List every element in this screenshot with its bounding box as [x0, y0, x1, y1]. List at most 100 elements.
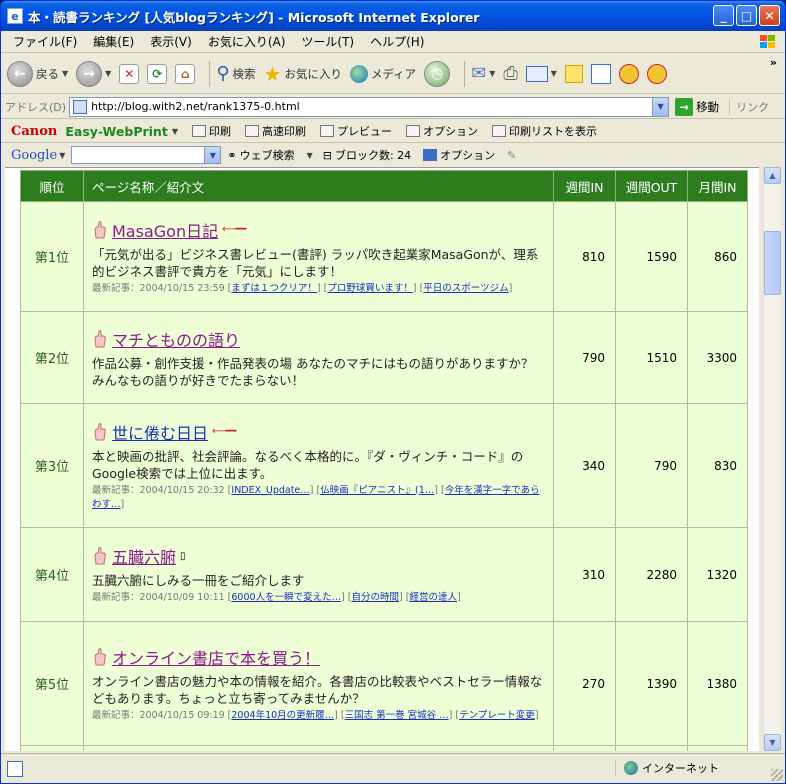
mail-button[interactable]: ✉ ▼	[471, 63, 495, 84]
edit-icon	[525, 65, 548, 82]
recent-post-link[interactable]: まずは１つクリア！	[231, 283, 317, 294]
scroll-down-icon[interactable]: ▼	[764, 734, 781, 751]
scrollbar-thumb[interactable]	[764, 231, 781, 295]
site-title-line: マチとものの語り	[92, 327, 545, 351]
recent-post-link[interactable]: 6000人を一瞬で変えた…	[231, 592, 341, 603]
history-icon: ◷	[424, 60, 451, 87]
site-blurb: 「元気が出る」ビジネス書レビュー(書評) ラッパ吹き起業家MasaGonが、理系…	[92, 246, 539, 279]
stop-button[interactable]: ✕	[119, 63, 140, 84]
scroll-up-icon[interactable]: ▲	[764, 167, 781, 184]
recent-post-link[interactable]: 経営の達人	[409, 592, 457, 603]
header-page: ページ名称／紹介文	[83, 170, 554, 202]
canon-fast-print-button[interactable]: 高速印刷	[244, 123, 306, 139]
site-title-link[interactable]: オンライン書店で本を買う！	[112, 645, 320, 669]
refresh-button[interactable]: ⟳	[147, 63, 168, 84]
history-button[interactable]: ◷	[424, 60, 451, 87]
close-button[interactable]: ✕	[759, 5, 780, 26]
menu-favorites[interactable]: お気に入り(A)	[200, 33, 294, 50]
media-button[interactable]: メディア	[349, 64, 417, 83]
vertical-scrollbar[interactable]: ▲ ▼	[763, 167, 781, 751]
recent-post-link[interactable]: 平日のスポーツジム	[423, 283, 508, 294]
recent-post-link[interactable]: 三国志 第一巻 宮城谷 …	[345, 710, 449, 721]
canon-preview-button[interactable]: プレビュー	[319, 123, 392, 139]
rank-label: 第5位	[20, 621, 84, 746]
recent-post-link[interactable]: INDEX_Update…	[231, 485, 309, 496]
media-globe-icon	[349, 64, 368, 83]
chevron-down-icon[interactable]: ▼	[105, 69, 111, 78]
easy-webprint-menu[interactable]: Easy-WebPrint	[65, 124, 167, 139]
site-title-link[interactable]: マチとものの語り	[112, 327, 240, 351]
forward-button[interactable]: → ▼	[76, 60, 111, 87]
site-blurb: 作品公募・創作支援・作品発表の場 あなたのマチにはもの語りがありますか？みんなも…	[92, 355, 534, 388]
recent-post-link[interactable]: テンプレート変更	[459, 710, 535, 721]
yahoo-button-2[interactable]	[646, 63, 667, 84]
back-button[interactable]: ← 戻る ▼	[7, 60, 68, 87]
print-button[interactable]: ⎙	[503, 63, 517, 84]
week-in-value: 790	[553, 311, 616, 404]
recent-post-link[interactable]: 2004年10月の更新履…	[231, 710, 334, 721]
menu-file[interactable]: ファイル(F)	[5, 33, 85, 50]
site-title-link[interactable]: 五臓六腑	[112, 544, 176, 568]
address-dropdown-icon[interactable]: ▼	[652, 97, 669, 116]
google-web-search-label: ウェブ検索	[239, 149, 295, 162]
canon-print-button[interactable]: 印刷	[191, 123, 231, 139]
highlighter-icon[interactable]: ✎	[507, 149, 516, 162]
google-popup-blocker[interactable]: ⊟ ブロック数: 24	[323, 147, 411, 163]
google-blocked-count: ブロック数: 24	[334, 149, 412, 162]
menu-view[interactable]: 表示(V)	[142, 33, 200, 50]
yahoo-button-1[interactable]	[618, 63, 639, 84]
menu-edit[interactable]: 編集(E)	[85, 33, 142, 50]
chevron-down-icon[interactable]: ▼	[62, 69, 68, 78]
site-title-link[interactable]: 世に倦む日日	[112, 420, 208, 444]
recent-post-link[interactable]: 仏映画『ピアニスト』(1…	[320, 485, 434, 496]
favorites-button[interactable]: ★ お気に入り	[264, 62, 342, 86]
google-web-search-button[interactable]: ⚭ ウェブ検索	[227, 147, 294, 163]
site-title-link[interactable]: MasaGon日記	[112, 218, 218, 242]
site-blurb: オンライン書店の魅力や本の情報を紹介。各書店の比較表やベストセラー情報などもあり…	[92, 673, 543, 706]
edit-button[interactable]: ▼	[525, 65, 557, 82]
maximize-button[interactable]: □	[736, 5, 757, 26]
chevron-down-icon[interactable]: ▼	[172, 127, 178, 136]
address-field[interactable]: ▼	[69, 96, 670, 117]
messenger-button[interactable]	[590, 63, 611, 84]
recent-posts: 最新記事：2004/10/15 20:32 [INDEX_Update…] [仏…	[92, 484, 540, 510]
options-icon	[423, 149, 438, 161]
go-button[interactable]: → 移動	[675, 97, 719, 116]
week-in-value: 310	[553, 527, 616, 622]
resize-grip-icon[interactable]	[771, 769, 783, 781]
google-logo[interactable]: Google	[11, 148, 57, 163]
google-options-button[interactable]: オプション	[423, 147, 495, 163]
site-title-line: MasaGon日記 ⟵━━	[92, 218, 545, 242]
media-label: メディア	[370, 66, 417, 81]
menu-help[interactable]: ヘルプ(H)	[362, 33, 432, 50]
pointing-hand-icon	[94, 647, 106, 665]
address-bar: アドレス(D) ▼ → 移動 リンク	[1, 95, 785, 119]
search-label: 検索	[232, 66, 256, 81]
toolbar-overflow-icon[interactable]: »	[770, 56, 777, 69]
chevron-down-icon[interactable]: ▼	[307, 151, 313, 160]
chevron-down-icon[interactable]: ▼	[59, 151, 65, 160]
canon-fast-print-label: 高速印刷	[261, 125, 306, 138]
search-button[interactable]: ⚲ 検索	[216, 63, 255, 84]
note-icon	[564, 64, 583, 83]
chevron-down-icon[interactable]: ▼	[489, 69, 495, 78]
recent-post-link[interactable]: プロ野球買います！	[327, 283, 413, 294]
site-title-line: 五臓六腑 ▯	[92, 544, 545, 568]
home-button[interactable]: ⌂	[175, 63, 196, 84]
mobile-phone-icon: ▯	[180, 550, 186, 562]
google-search-input[interactable]: ▼	[71, 146, 222, 164]
month-in-value: 3300	[687, 311, 748, 404]
links-button[interactable]: リンク	[729, 98, 769, 115]
rank-label	[20, 745, 84, 751]
recent-post-link[interactable]: 自分の時間	[352, 592, 400, 603]
chevron-down-icon[interactable]: ▼	[551, 69, 557, 78]
yahoo-face-icon	[646, 63, 667, 84]
menu-tools[interactable]: ツール(T)	[293, 33, 362, 50]
minimize-button[interactable]: _	[713, 5, 734, 26]
recent-posts: 最新記事：2004/10/15 23:59 [まずは１つクリア！] [プロ野球買…	[92, 282, 513, 294]
note-button[interactable]	[564, 64, 583, 83]
google-search-dropdown-icon[interactable]: ▼	[204, 147, 221, 163]
canon-options-button[interactable]: オプション	[405, 123, 478, 139]
canon-print-list-button[interactable]: 印刷リストを表示	[491, 123, 597, 139]
address-input[interactable]	[91, 100, 652, 113]
